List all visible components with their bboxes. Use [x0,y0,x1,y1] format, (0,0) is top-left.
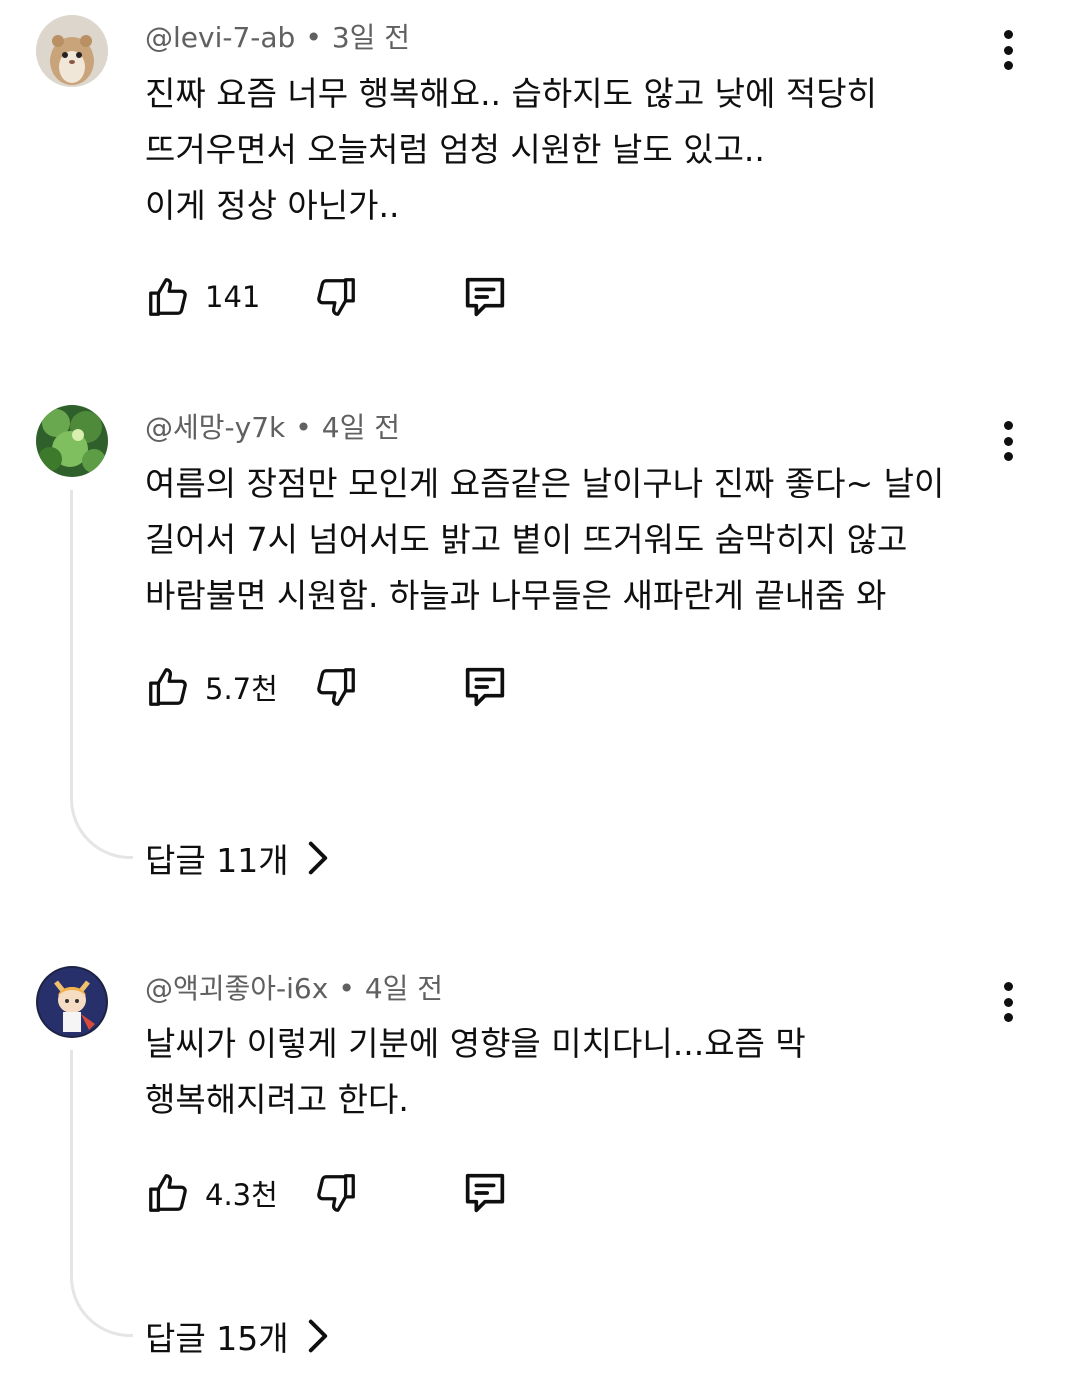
dislike-icon [317,1174,355,1212]
replies-label: 답글 15개 [145,1319,289,1358]
view-replies-button[interactable]: 답글 15개 [145,1314,329,1358]
reply-icon [465,667,505,707]
more-options-button[interactable] [990,421,1026,461]
dislike-button[interactable] [313,662,359,712]
comment-line: 진짜 요즘 너무 행복해요.. 습하지도 않고 낮에 적당히 [145,74,877,113]
avatar[interactable] [36,405,108,477]
dislike-icon [317,668,355,706]
more-icon [1003,421,1013,430]
comment-actions: 4.3천 [145,1168,545,1218]
reply-button[interactable] [459,272,511,322]
comment-text: 여름의 장점만 모인게 요즘같은 날이구나 진짜 좋다~ 날이 길어서 7시 넘… [145,456,1005,624]
timestamp: 4일 전 [321,411,400,444]
comment-meta: @levi-7-ab • 3일 전 [145,20,410,56]
like-icon [149,668,187,706]
comment-line: 이게 정상 아닌가.. [145,186,400,225]
comment-meta: @액괴좋아-i6x • 4일 전 [145,971,443,1007]
reply-button[interactable] [459,662,511,712]
author-name[interactable]: @levi-7-ab [145,21,295,54]
like-count: 4.3천 [205,1178,278,1212]
timestamp: 4일 전 [364,972,444,1005]
like-button[interactable]: 5.7천 [145,662,278,712]
comment-actions: 141 [145,272,545,322]
reply-button[interactable] [459,1168,511,1218]
separator-dot: • [338,972,355,1005]
chevron-right-icon [308,1319,327,1353]
dislike-icon [317,278,355,316]
comment-line: 바람불면 시원함. 하늘과 나무들은 새파란게 끝내줌 와 [145,576,887,615]
comment-line: 길어서 7시 넘어서도 밝고 볕이 뜨거워도 숨막히지 않고 [145,520,908,559]
reply-icon [465,277,505,317]
anime-girl-avatar-icon [36,966,108,1038]
like-button[interactable]: 141 [145,272,260,322]
hamster-avatar-icon [36,15,108,87]
separator-dot: • [295,411,312,444]
view-replies-button[interactable]: 답글 11개 [145,836,329,880]
reply-thread-line [70,1050,133,1337]
like-button[interactable]: 4.3천 [145,1168,278,1218]
comment-text: 진짜 요즘 너무 행복해요.. 습하지도 않고 낮에 적당히 뜨거우면서 오늘처… [145,66,1005,234]
dislike-button[interactable] [313,272,359,322]
green-leaves-avatar-icon [36,405,108,477]
more-icon [1003,982,1013,991]
replies-label: 답글 11개 [145,841,289,880]
timestamp: 3일 전 [331,21,411,54]
separator-dot: • [305,21,322,54]
comment-line: 여름의 장점만 모인게 요즘같은 날이구나 진짜 좋다~ 날이 [145,464,945,503]
reply-thread-line [70,490,133,859]
like-icon [149,278,187,316]
dislike-button[interactable] [313,1168,359,1218]
chevron-right-icon [308,841,327,875]
more-options-button[interactable] [990,30,1026,70]
reply-icon [465,1173,505,1213]
author-name[interactable]: @세망-y7k [145,411,285,444]
comment-text: 날씨가 이렇게 기분에 영향을 미치다니...요즘 막 행복해지려고 한다. [145,1016,1005,1128]
avatar[interactable] [36,15,108,87]
like-count: 141 [205,280,261,314]
comment-line: 뜨거우면서 오늘처럼 엄청 시원한 날도 있고.. [145,130,765,169]
more-icon [1003,30,1013,39]
like-icon [149,1174,187,1212]
like-count: 5.7천 [205,672,278,706]
comment-actions: 5.7천 [145,662,545,712]
comment-line: 행복해지려고 한다. [145,1080,409,1119]
avatar[interactable] [36,966,108,1038]
comment-line: 날씨가 이렇게 기분에 영향을 미치다니...요즘 막 [145,1024,806,1063]
author-name[interactable]: @액괴좋아-i6x [145,972,328,1005]
comment-meta: @세망-y7k • 4일 전 [145,410,400,446]
